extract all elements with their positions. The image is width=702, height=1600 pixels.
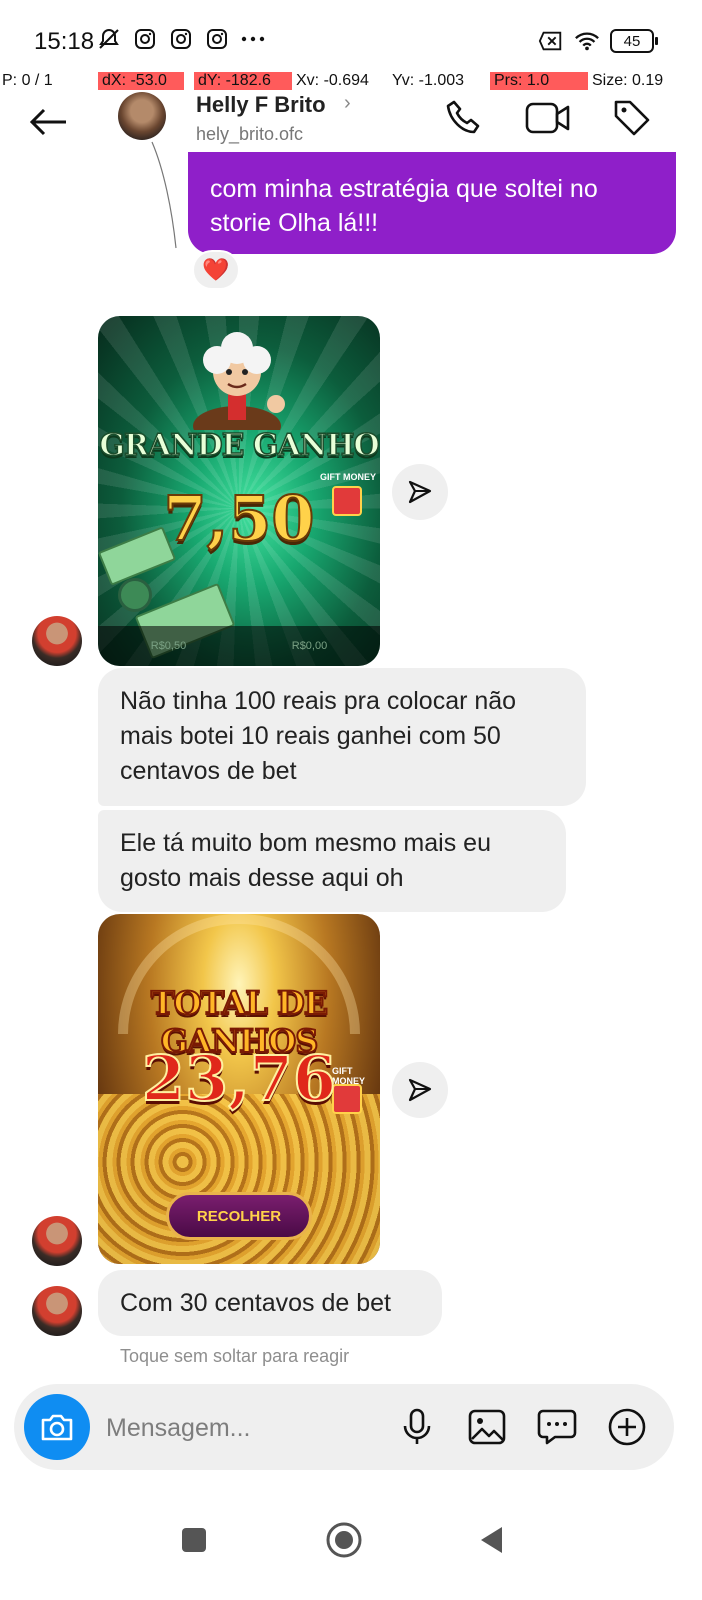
add-button[interactable] xyxy=(604,1404,650,1450)
home-circle-icon xyxy=(326,1522,362,1558)
status-time: 15:18 xyxy=(34,28,95,55)
message-input[interactable] xyxy=(106,1408,386,1448)
debug-size: Size: 0.19 xyxy=(592,72,664,89)
debug-yv: Yv: -1.003 xyxy=(392,72,465,89)
sender-avatar[interactable] xyxy=(32,1286,82,1336)
win-amount: 23,76 xyxy=(141,1041,337,1116)
sticker-chat-icon xyxy=(537,1409,577,1445)
status-bar: 15:18 45 xyxy=(0,0,702,72)
square-icon xyxy=(182,1528,206,1552)
gift-money-label: GIFT MONEY xyxy=(320,472,376,482)
video-call-button[interactable] xyxy=(524,94,572,142)
triangle-back-icon xyxy=(481,1527,502,1553)
phone-icon xyxy=(446,100,480,134)
chevron-right-icon[interactable]: › xyxy=(344,92,351,115)
incoming-message[interactable]: Não tinha 100 reais pra colocar não mais… xyxy=(98,668,586,806)
system-navigation-bar xyxy=(0,1490,702,1600)
debug-xv: Xv: -0.694 xyxy=(296,72,369,89)
contact-avatar[interactable] xyxy=(118,92,166,140)
message-composer xyxy=(14,1384,674,1470)
tag-button[interactable] xyxy=(608,94,656,142)
debug-dy: dY: -182.6 xyxy=(194,72,292,90)
share-button[interactable] xyxy=(392,1062,448,1118)
sender-avatar[interactable] xyxy=(32,616,82,666)
game-footer: R$0,50 R$0,00 xyxy=(98,626,380,666)
debug-dx: dX: -53.0 xyxy=(98,72,184,90)
arrow-left-icon xyxy=(29,108,66,136)
heart-icon: ❤️ xyxy=(202,257,230,282)
mascot-illustration xyxy=(193,332,285,430)
notifications-off-icon xyxy=(96,26,122,52)
microphone-button[interactable] xyxy=(394,1404,440,1450)
coin-decoration xyxy=(118,578,152,612)
instagram-icon xyxy=(204,26,230,52)
debug-pressure: Prs: 1.0 xyxy=(490,72,588,90)
camera-icon xyxy=(41,1414,73,1441)
collect-button-image: RECOLHER xyxy=(166,1192,312,1240)
shared-image-total-de-ganhos[interactable]: TOTAL DE GANHOS GIFT MONEY 23,76 RECOLHE… xyxy=(98,914,380,1264)
share-button[interactable] xyxy=(392,464,448,520)
send-icon xyxy=(408,1078,432,1102)
tag-icon xyxy=(614,100,650,136)
image-title: GRANDE GANHO xyxy=(99,427,380,464)
recents-button[interactable] xyxy=(164,1510,224,1570)
outgoing-message[interactable]: com minha estratégia que soltei no stori… xyxy=(188,152,676,254)
gallery-icon xyxy=(468,1409,506,1445)
battery-icon: 45 xyxy=(610,29,658,53)
heart-reaction[interactable]: ❤️ xyxy=(192,250,240,290)
back-nav-button[interactable] xyxy=(462,1510,522,1570)
video-call-icon xyxy=(525,102,570,134)
contact-name[interactable]: Helly F Brito xyxy=(196,92,326,118)
instagram-icon xyxy=(132,26,158,52)
debug-pointer-count: P: 0 / 1 xyxy=(2,72,53,89)
shared-image-grande-ganho[interactable]: GRANDE GANHO GIFT MONEY 7,50 R$0,50 R$0,… xyxy=(98,316,380,666)
sim-off-icon xyxy=(538,28,564,54)
home-button[interactable] xyxy=(314,1510,374,1570)
phone-button[interactable] xyxy=(440,94,488,142)
gallery-button[interactable] xyxy=(464,1404,510,1450)
footer-balance-value: R$0,00 xyxy=(291,640,328,652)
reply-connector-line xyxy=(151,141,177,249)
camera-button[interactable] xyxy=(24,1394,90,1460)
footer-bet-value: R$0,50 xyxy=(150,640,187,652)
react-hint: Toque sem soltar para reagir xyxy=(120,1346,350,1366)
wifi-icon xyxy=(574,28,600,54)
add-icon xyxy=(608,1408,646,1446)
microphone-icon xyxy=(403,1408,431,1444)
pointer-location-overlay: P: 0 / 1 dX: -53.0 dY: -182.6 Xv: -0.694… xyxy=(0,70,702,94)
send-icon xyxy=(408,480,432,504)
instagram-icon xyxy=(168,26,194,52)
sticker-button[interactable] xyxy=(534,1404,580,1450)
incoming-message[interactable]: Com 30 centavos de bet xyxy=(98,1270,442,1336)
back-button[interactable] xyxy=(26,100,70,144)
sender-avatar[interactable] xyxy=(32,1216,82,1266)
contact-handle[interactable]: hely_brito.ofc xyxy=(196,124,303,145)
status-icons-right: 45 xyxy=(538,28,658,54)
incoming-message[interactable]: Ele tá muito bom mesmo mais eu gosto mai… xyxy=(98,810,566,912)
status-icons-left xyxy=(96,26,266,52)
more-dots-icon xyxy=(240,26,266,52)
